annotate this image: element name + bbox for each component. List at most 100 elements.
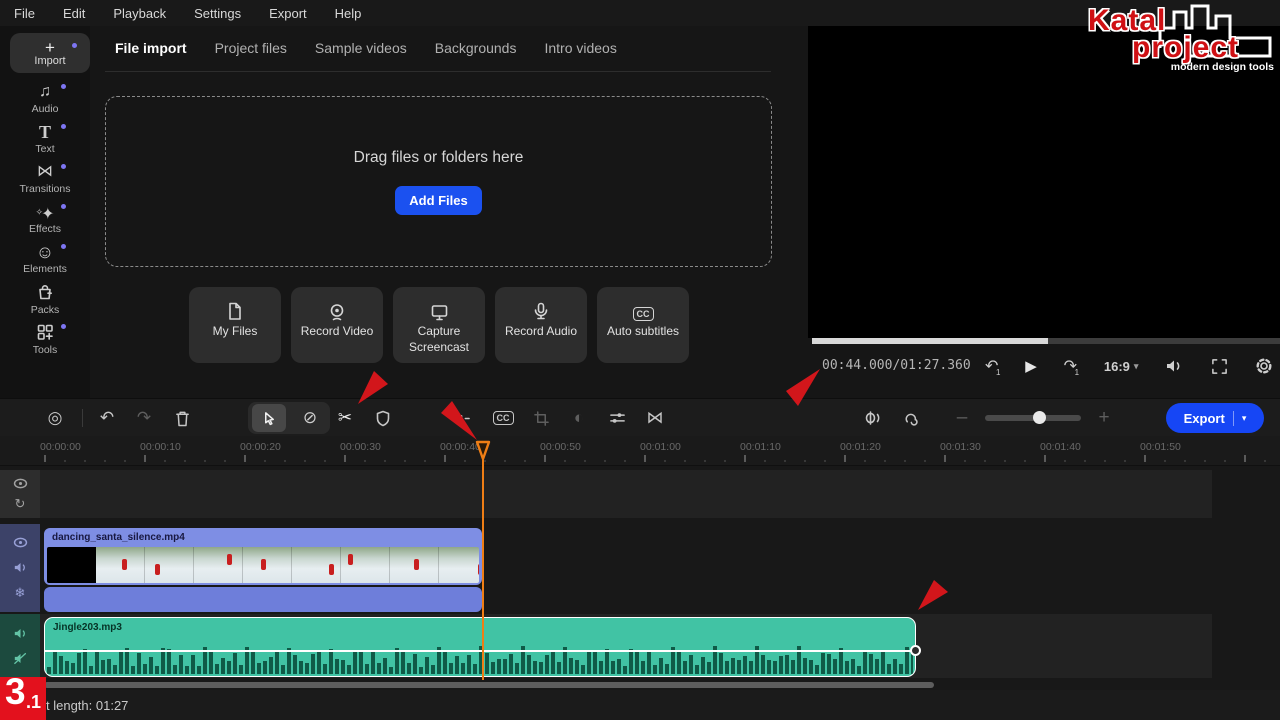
captions-icon[interactable]: CC	[490, 399, 516, 437]
timeline-zoom-slider[interactable]	[985, 415, 1081, 421]
sidebar-item-elements[interactable]: ☺ Elements	[0, 242, 90, 280]
add-transition-icon[interactable]: ⋈	[642, 399, 668, 437]
card-label: Capture Screencast	[393, 324, 485, 355]
sidebar-item-label: Audio	[0, 103, 90, 115]
zoom-in-icon[interactable]: +	[1091, 399, 1117, 437]
timecode-display: 00:44.000/01:27.360	[822, 358, 971, 373]
new-feature-dot	[61, 244, 66, 249]
plus-icon: +	[45, 40, 55, 55]
media-tab[interactable]: Intro videos	[544, 40, 616, 62]
speaker-icon[interactable]	[13, 627, 28, 640]
preview-settings-gear-icon[interactable]	[1255, 357, 1273, 375]
contrast-icon[interactable]: ◐	[566, 399, 592, 437]
toolbar-divider	[82, 409, 83, 427]
media-tab[interactable]: Backgrounds	[435, 40, 517, 62]
media-tab[interactable]: Sample videos	[315, 40, 407, 62]
music-note-icon: ♫	[0, 82, 90, 102]
export-button[interactable]: Export ▾	[1166, 403, 1264, 433]
zoom-slider-thumb[interactable]	[1033, 411, 1046, 424]
zoom-out-icon[interactable]: –	[949, 399, 975, 437]
speaker-muted-icon[interactable]	[13, 652, 28, 665]
sidebar-item-audio[interactable]: ♫ Audio	[0, 82, 90, 120]
quick-action-cards: My Files Record Video Capture Screencast…	[189, 287, 689, 363]
snap-attach-icon[interactable]	[898, 399, 924, 437]
timeline-ruler[interactable]: 00:00:00 00:00:10 00:00:20 00:00:30 00:0…	[0, 436, 1280, 466]
snowflake-icon[interactable]: ❄	[15, 586, 26, 599]
play-button[interactable]: ▶	[1025, 357, 1037, 375]
sidebar-item-transitions[interactable]: ⋈ Transitions	[0, 162, 90, 200]
monitor-audio-icon[interactable]	[860, 399, 886, 437]
menu-item[interactable]: Edit	[63, 6, 85, 21]
card-label: My Files	[189, 324, 281, 340]
select-tool-button[interactable]	[252, 404, 286, 432]
audio-clip[interactable]: Jingle203.mp3	[44, 617, 916, 677]
scissors-cut-icon[interactable]: ✂	[332, 399, 358, 437]
media-tab[interactable]: File import	[115, 40, 187, 62]
sidebar-item-tools[interactable]: Tools	[0, 322, 90, 360]
menu-item[interactable]: Settings	[194, 6, 241, 21]
sidebar-item-label: Import	[34, 55, 65, 67]
menu-item[interactable]: Export	[269, 6, 307, 21]
preview-progress-bar[interactable]	[812, 338, 1280, 344]
record-icon[interactable]: ◎	[42, 399, 68, 437]
menu-item[interactable]: Help	[335, 6, 362, 21]
record-audio-card[interactable]: Record Audio	[495, 287, 587, 363]
eye-visibility-icon[interactable]	[13, 537, 28, 548]
timeline-toolbar: ◎ ↶ ↷ ⊘ ✂ CC ◐ ⋈ – + Export ▾	[0, 398, 1280, 436]
aspect-ratio-selector[interactable]: 16:9▾	[1104, 359, 1139, 374]
tools-icon	[0, 323, 90, 343]
jump-forward-button[interactable]: ↷1	[1064, 356, 1077, 376]
menu-item[interactable]: Playback	[113, 6, 166, 21]
eye-visibility-icon[interactable]	[13, 478, 28, 489]
playhead-line[interactable]	[482, 452, 484, 680]
ruler-time-label: 00:00:20	[240, 441, 281, 453]
delete-icon[interactable]	[169, 399, 195, 437]
status-bar: t length: 01:27	[0, 690, 1280, 720]
sidebar-item-text[interactable]: T Text	[0, 122, 90, 160]
media-tab[interactable]: Project files	[215, 40, 287, 62]
fullscreen-icon[interactable]	[1211, 358, 1228, 375]
record-video-card[interactable]: Record Video	[291, 287, 383, 363]
ruler-time-label: 00:00:00	[40, 441, 81, 453]
split-clip-icon[interactable]	[449, 399, 475, 437]
clip-filename: dancing_santa_silence.mp4	[44, 528, 482, 545]
snapping-toggle-icon[interactable]: ⊘	[294, 404, 326, 432]
sync-loop-icon[interactable]: ↻	[15, 497, 26, 510]
sidebar-item-label: Tools	[0, 344, 90, 356]
card-label: Record Audio	[495, 324, 587, 340]
capture-screencast-card[interactable]: Capture Screencast	[393, 287, 485, 363]
add-files-button[interactable]: Add Files	[395, 186, 482, 215]
track-header-music	[0, 614, 40, 678]
volume-fade-handle[interactable]	[910, 645, 921, 656]
auto-subtitles-card[interactable]: CC Auto subtitles	[597, 287, 689, 363]
timeline-horizontal-scrollbar[interactable]	[44, 682, 934, 688]
sidebar-item-effects[interactable]: ✧✦ Effects	[0, 202, 90, 240]
file-drop-zone[interactable]: Drag files or folders here Add Files	[105, 96, 772, 267]
volume-line[interactable]	[45, 650, 915, 652]
crop-icon[interactable]	[528, 399, 554, 437]
undo-icon[interactable]: ↶	[94, 399, 120, 437]
video-clip[interactable]: dancing_santa_silence.mp4	[44, 528, 482, 585]
preview-volume-icon[interactable]	[1165, 358, 1184, 374]
my-files-card[interactable]: My Files	[189, 287, 281, 363]
shield-icon[interactable]	[370, 399, 396, 437]
sidebar-item-packs[interactable]: Packs	[0, 282, 90, 320]
chevron-down-icon[interactable]: ▾	[1242, 413, 1247, 424]
menu-item[interactable]: File	[14, 6, 35, 21]
sidebar-item-import[interactable]: + Import	[10, 33, 90, 73]
card-label: Auto subtitles	[597, 324, 689, 340]
ruler-time-label: 00:01:10	[740, 441, 781, 453]
subtitles-icon: CC	[597, 287, 689, 321]
sidebar-item-label: Text	[0, 143, 90, 155]
sidebar-item-label: Elements	[0, 263, 90, 275]
speaker-icon[interactable]	[13, 561, 28, 574]
playhead-handle[interactable]	[475, 440, 491, 462]
track-header-overlay: ↻	[0, 470, 40, 518]
redo-icon[interactable]: ↷	[131, 399, 157, 437]
video-clip-audio-strip[interactable]	[44, 587, 482, 612]
jump-back-button[interactable]: ↶1	[985, 356, 998, 376]
adjust-sliders-icon[interactable]	[604, 399, 630, 437]
transitions-icon: ⋈	[0, 162, 90, 182]
card-label: Record Video	[291, 324, 383, 340]
ruler-time-label: 00:01:30	[940, 441, 981, 453]
